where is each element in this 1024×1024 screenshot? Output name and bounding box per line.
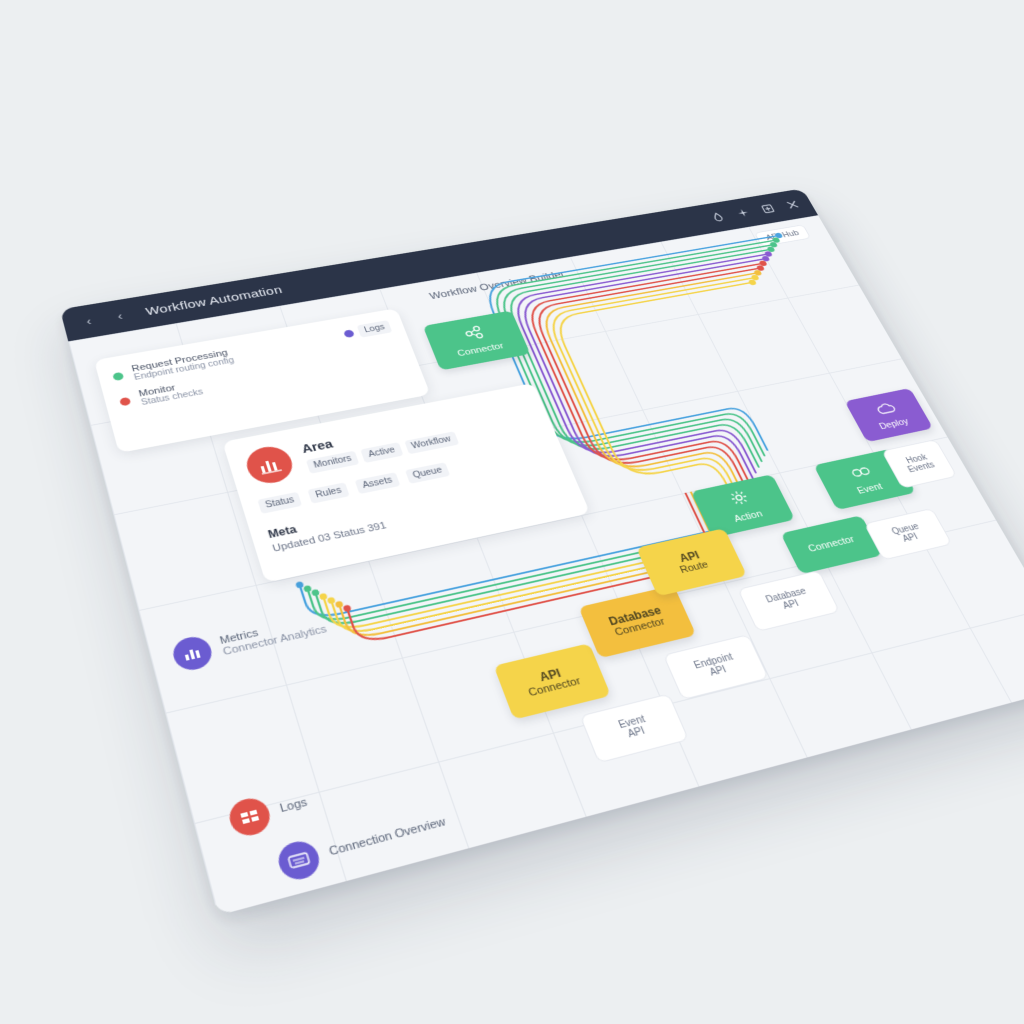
sidebar-item-label: Logs	[278, 796, 309, 816]
ghost-card-sub: API	[626, 725, 647, 741]
forward-button[interactable]: ‹	[107, 306, 133, 325]
drop-icon[interactable]	[708, 210, 728, 224]
stage: ‹ ‹ Workflow Automation Workflow Overvie…	[0, 0, 1024, 1024]
counter-chip[interactable]: Assets	[354, 472, 401, 495]
wire-port-dot[interactable]	[326, 596, 336, 605]
close-icon[interactable]	[783, 198, 803, 211]
tag-chip[interactable]: Monitors	[305, 450, 360, 474]
workflow-canvas[interactable]: Workflow Overview Builder API Hub Reques…	[68, 215, 1024, 916]
ghost-card-sub: API	[708, 664, 729, 679]
wire-port-dot[interactable]	[318, 592, 328, 601]
wire-port-dot[interactable]	[310, 588, 321, 597]
counter-chip[interactable]: Rules	[307, 482, 350, 504]
action-node-label: Action	[732, 508, 765, 525]
connection-wires	[68, 215, 1024, 915]
sparkle-icon[interactable]	[733, 206, 753, 219]
wire-port-dot[interactable]	[302, 584, 313, 593]
status-dot-icon	[112, 371, 125, 381]
share-icon	[462, 325, 487, 344]
back-button[interactable]: ‹	[76, 312, 102, 331]
purple-dot-icon	[343, 328, 356, 338]
trigger-node-label: Connector	[456, 341, 506, 359]
ghost-card-sub: API	[781, 598, 801, 612]
connector-node-label: Connector	[806, 534, 857, 555]
cloud-icon	[872, 400, 899, 419]
wire-port-dot[interactable]	[334, 600, 344, 609]
counter-chip[interactable]: Status	[257, 491, 303, 514]
event-node-label: Event	[855, 481, 885, 496]
counter-chip[interactable]: Queue	[404, 462, 451, 484]
export-icon[interactable]	[758, 202, 778, 215]
deploy-node-label: Deploy	[877, 416, 911, 432]
wire-path	[531, 268, 868, 516]
tag-chip[interactable]: Workflow	[403, 431, 459, 454]
gear-icon	[727, 489, 752, 511]
status-dot-icon	[119, 396, 132, 406]
ghost-card-sub: API	[901, 532, 920, 545]
wire-path	[545, 278, 862, 524]
link-icon	[848, 463, 874, 483]
wire-port-dot[interactable]	[295, 581, 305, 589]
bar-chart-icon	[242, 443, 298, 487]
app-window: ‹ ‹ Workflow Automation Workflow Overvie…	[59, 188, 1024, 916]
tag-chip[interactable]: Active	[360, 441, 403, 463]
